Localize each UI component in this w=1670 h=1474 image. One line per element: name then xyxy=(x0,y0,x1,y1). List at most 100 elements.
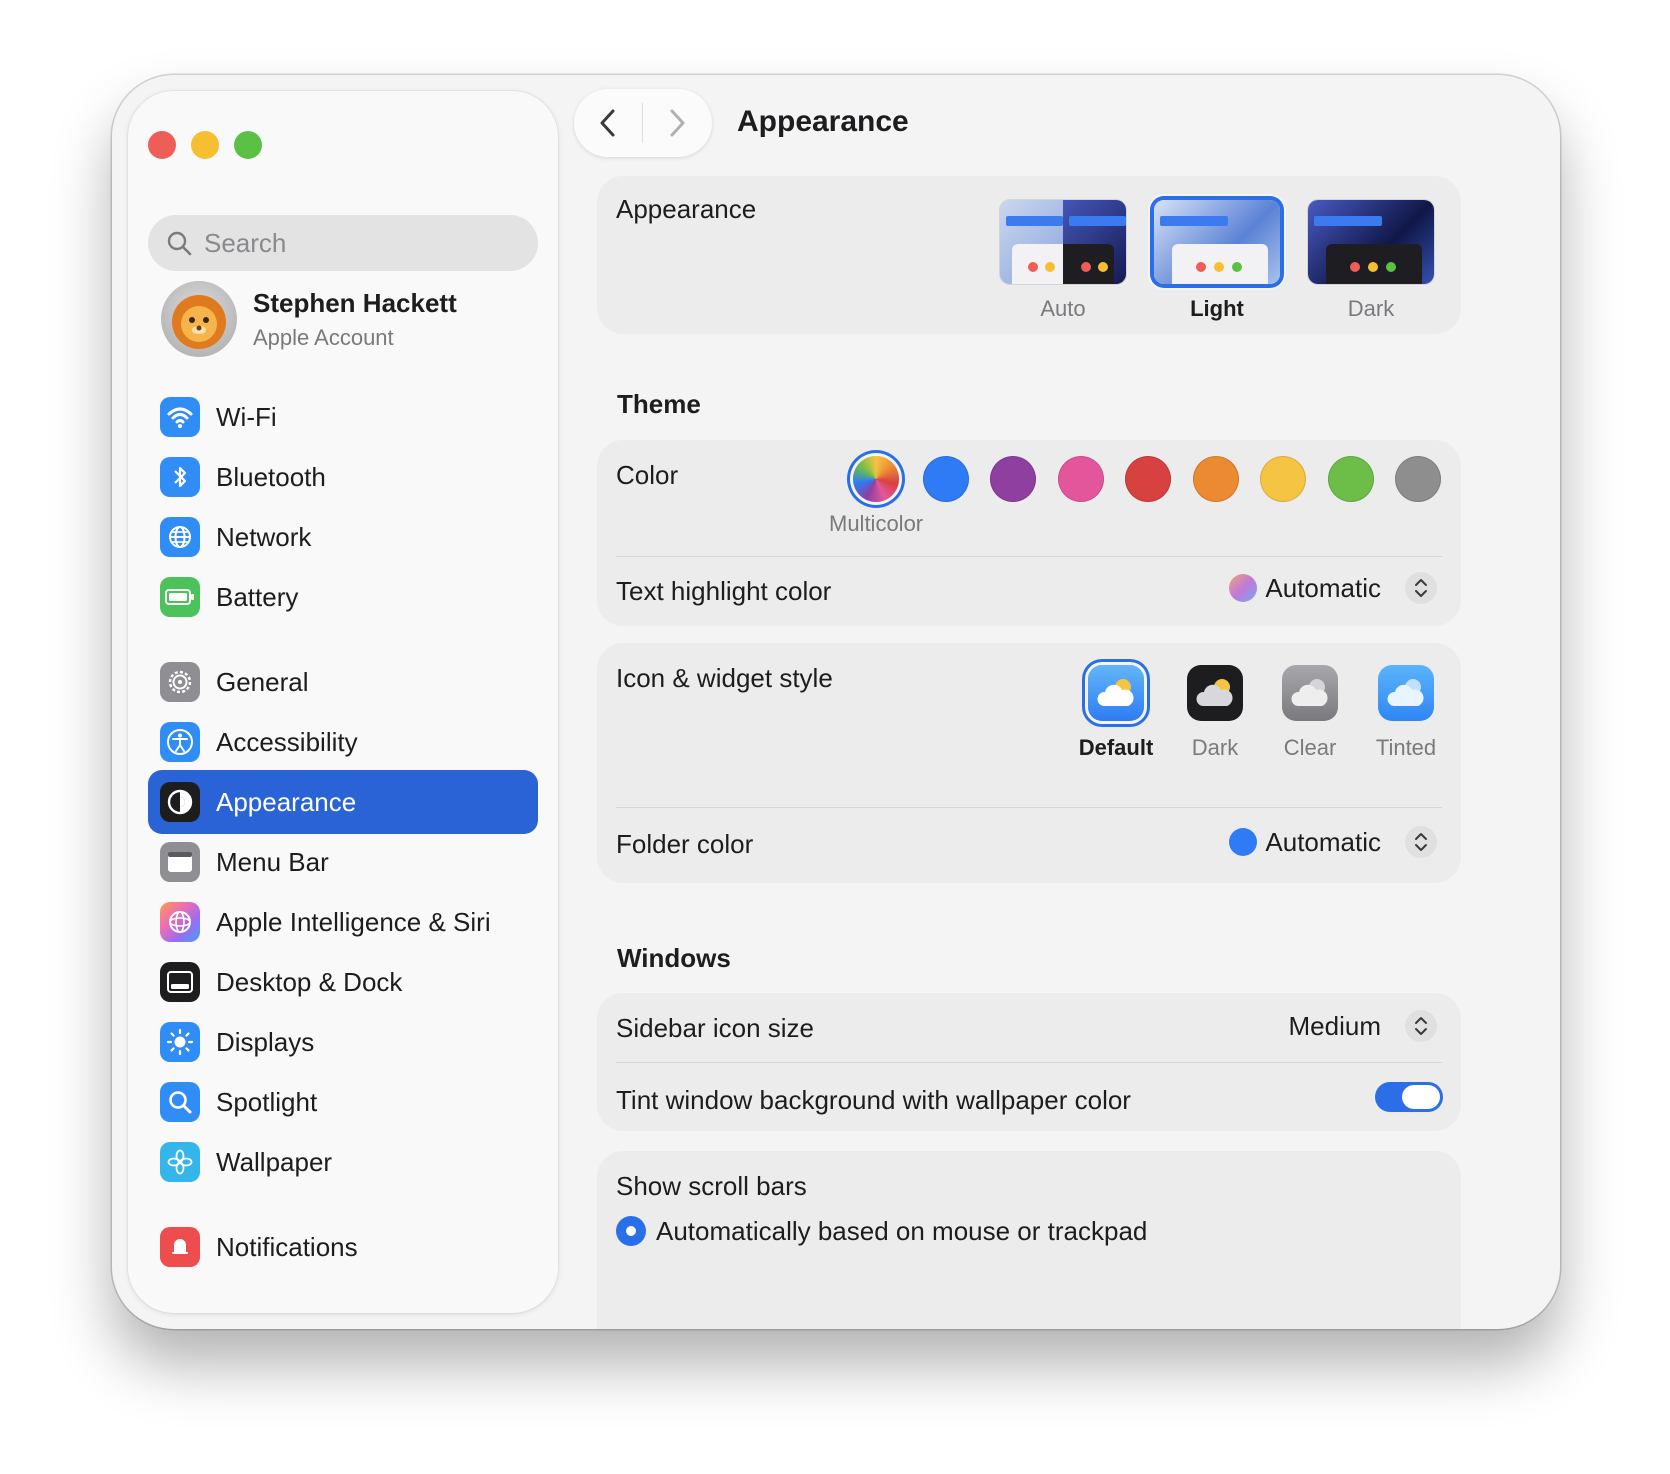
sidebar-item-label: Appearance xyxy=(216,786,357,817)
theme-heading: Theme xyxy=(617,389,701,419)
appearance-option-label: Dark xyxy=(1347,296,1395,321)
folder-color-dot xyxy=(1229,828,1258,856)
color-swatch-orange[interactable] xyxy=(1193,456,1239,502)
sidebar-item-general[interactable]: General xyxy=(148,650,538,714)
tint-window-label: Tint window background with wallpaper co… xyxy=(616,1085,1131,1115)
weather-icon xyxy=(1088,665,1144,721)
weather-icon xyxy=(1187,665,1243,721)
icon-style-caption: Tinted xyxy=(1375,735,1437,760)
icon-style-default[interactable]: Default xyxy=(1071,665,1161,761)
dark-thumbnail xyxy=(1308,200,1434,284)
sidebar-item-label: Network xyxy=(216,521,312,552)
color-label: Color xyxy=(616,460,679,490)
icon-style-caption: Dark xyxy=(1191,735,1239,760)
appearance-label: Appearance xyxy=(616,194,757,224)
icon-style-dark[interactable]: Dark xyxy=(1170,665,1260,761)
settings-window: Stephen Hackett Apple Account Wi-Fi Blue… xyxy=(112,75,1560,1329)
appearance-option-light[interactable]: Light xyxy=(1154,200,1280,322)
sidebar-item-appearance[interactable]: Appearance xyxy=(148,770,538,834)
up-down-chevron-icon xyxy=(1405,826,1437,858)
sidebar-item-accessibility[interactable]: Accessibility xyxy=(148,710,538,774)
sidebar-item-label: Menu Bar xyxy=(216,846,329,877)
folder-color-label: Folder color xyxy=(616,829,754,859)
appearance-card: Appearance Auto Light Dark xyxy=(597,176,1461,334)
search-field[interactable] xyxy=(148,215,538,271)
close-button[interactable] xyxy=(148,131,176,159)
appearance-option-dark[interactable]: Dark xyxy=(1308,200,1434,322)
sun-icon xyxy=(160,1022,200,1062)
scroll-bars-label: Show scroll bars xyxy=(616,1171,807,1201)
chevron-left-icon xyxy=(600,109,615,137)
search-input[interactable] xyxy=(202,226,526,260)
icon-style-caption: Clear xyxy=(1283,735,1337,760)
back-button[interactable] xyxy=(574,89,642,157)
page-title: Appearance xyxy=(737,105,909,138)
sidebar-icon-size-popup[interactable]: Medium xyxy=(1289,1010,1437,1042)
account-row[interactable]: Stephen Hackett Apple Account xyxy=(161,281,457,357)
scroll-bars-auto-label: Automatically based on mouse or trackpad xyxy=(656,1216,1148,1246)
appearance-icon xyxy=(160,782,200,822)
sidebar-item-bluetooth[interactable]: Bluetooth xyxy=(148,445,538,509)
tint-window-toggle[interactable] xyxy=(1375,1082,1443,1112)
color-swatch-pink[interactable] xyxy=(1058,456,1104,502)
highlight-color-label: Text highlight color xyxy=(616,576,832,606)
windows-heading: Windows xyxy=(617,943,731,973)
sidebar-item-menu-bar[interactable]: Menu Bar xyxy=(148,830,538,894)
bluetooth-icon xyxy=(160,457,200,497)
dock-icon xyxy=(160,962,200,1002)
color-swatch-graphite[interactable] xyxy=(1395,456,1441,502)
weather-icon xyxy=(1282,665,1338,721)
sidebar-item-label: Desktop & Dock xyxy=(216,966,403,997)
color-swatch-purple[interactable] xyxy=(990,456,1036,502)
up-down-chevron-icon xyxy=(1405,572,1437,604)
sidebar-item-label: Bluetooth xyxy=(216,461,326,492)
icon-style-tinted[interactable]: Tinted xyxy=(1361,665,1451,761)
folder-color-value: Automatic xyxy=(1265,826,1381,857)
sidebar-item-label: Spotlight xyxy=(216,1086,318,1117)
folder-color-popup[interactable]: Automatic xyxy=(1229,826,1437,858)
sidebar-item-notifications[interactable]: Notifications xyxy=(148,1215,538,1279)
account-name: Stephen Hackett xyxy=(253,287,457,318)
color-swatch-green[interactable] xyxy=(1328,456,1374,502)
color-swatch-yellow[interactable] xyxy=(1260,456,1306,502)
highlight-color-dot xyxy=(1229,574,1258,602)
sidebar-item-displays[interactable]: Displays xyxy=(148,1010,538,1074)
icon-style-clear[interactable]: Clear xyxy=(1265,665,1355,761)
windows-card: Sidebar icon size Medium Tint window bac… xyxy=(597,993,1461,1131)
sidebar-item-label: Apple Intelligence & Siri xyxy=(216,906,491,937)
zoom-button[interactable] xyxy=(234,131,262,159)
sidebar-item-battery[interactable]: Battery xyxy=(148,565,538,629)
color-swatch-red[interactable] xyxy=(1125,456,1171,502)
sidebar-item-desktop-dock[interactable]: Desktop & Dock xyxy=(148,950,538,1014)
bell-icon xyxy=(160,1227,200,1267)
scroll-bars-auto-radio[interactable] xyxy=(616,1216,646,1246)
highlight-color-value: Automatic xyxy=(1265,572,1381,603)
sidebar-item-label: Displays xyxy=(216,1026,315,1057)
sidebar-item-label: Battery xyxy=(216,581,299,612)
sidebar-item-apple-intelligence-siri[interactable]: Apple Intelligence & Siri xyxy=(148,890,538,954)
avatar xyxy=(161,281,237,357)
scrollbars-card: Show scroll bars Automatically based on … xyxy=(597,1151,1461,1329)
icon-style-card: Icon & widget style Default Dark Clear T… xyxy=(597,643,1461,883)
gear-icon xyxy=(160,662,200,702)
sidebar-item-wifi[interactable]: Wi-Fi xyxy=(148,385,538,449)
battery-icon xyxy=(160,577,200,617)
highlight-color-popup[interactable]: Automatic xyxy=(1229,572,1437,604)
search-icon xyxy=(167,231,192,256)
sidebar-item-spotlight[interactable]: Spotlight xyxy=(148,1070,538,1134)
navigation-buttons xyxy=(574,89,712,157)
forward-button[interactable] xyxy=(643,89,711,157)
minimize-button[interactable] xyxy=(191,131,219,159)
sidebar-item-wallpaper[interactable]: Wallpaper xyxy=(148,1130,538,1194)
wifi-icon xyxy=(160,397,200,437)
menubar-icon xyxy=(160,842,200,882)
sidebar-item-network[interactable]: Network xyxy=(148,505,538,569)
color-swatch-blue[interactable] xyxy=(923,456,969,502)
icon-style-caption: Default xyxy=(1078,735,1154,760)
appearance-option-auto[interactable]: Auto xyxy=(1000,200,1126,322)
sidebar: Stephen Hackett Apple Account Wi-Fi Blue… xyxy=(128,91,558,1313)
color-swatch-multicolor[interactable] xyxy=(853,456,899,502)
selected-color-caption: Multicolor xyxy=(829,511,924,536)
theme-card: Color Multicolor Text highlight color Au… xyxy=(597,440,1461,626)
sidebar-item-label: Notifications xyxy=(216,1231,358,1262)
